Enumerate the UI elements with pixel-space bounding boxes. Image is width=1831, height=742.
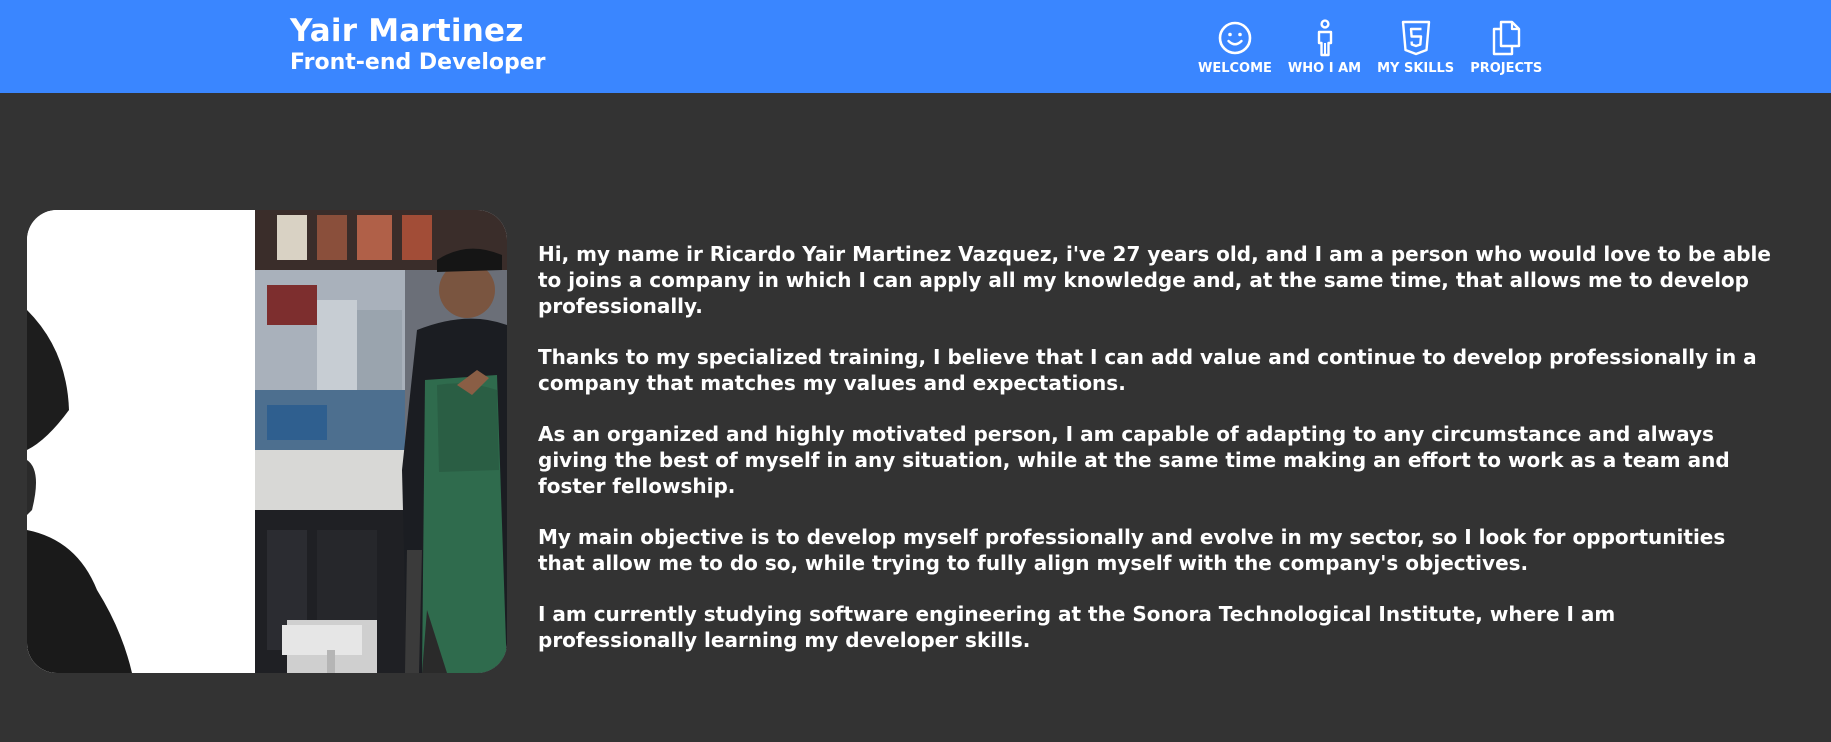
about-paragraph: I am currently studying software enginee… — [538, 602, 1616, 652]
nav-label-who-i-am: WHO I AM — [1287, 61, 1362, 76]
brand: Yair Martinez Front-end Developer — [290, 12, 546, 76]
nav-item-my-skills[interactable]: MY SKILLS — [1369, 18, 1462, 76]
main-nav: WELCOME WHO I AM MY SKILLS PROJECTS — [1190, 18, 1550, 76]
nav-label-my-skills: MY SKILLS — [1377, 61, 1455, 76]
about-paragraph: As an organized and highly motivated per… — [538, 422, 1730, 498]
nav-label-welcome: WELCOME — [1198, 61, 1272, 76]
about-paragraph: Thanks to my specialized training, I bel… — [538, 345, 1757, 395]
files-icon — [1486, 18, 1526, 58]
developer-role: Front-end Developer — [290, 50, 546, 75]
about-paragraph: Hi, my name ir Ricardo Yair Martinez Vaz… — [538, 242, 1771, 318]
site-header: Yair Martinez Front-end Developer WELCOM… — [0, 0, 1831, 93]
profile-photo — [27, 210, 507, 673]
person-icon — [1305, 18, 1345, 58]
about-paragraph: My main objective is to develop myself p… — [538, 525, 1726, 575]
html5-icon — [1396, 18, 1436, 58]
nav-item-welcome[interactable]: WELCOME — [1190, 18, 1280, 76]
nav-label-projects: PROJECTS — [1470, 61, 1543, 76]
about-text: Hi, my name ir Ricardo Yair Martinez Vaz… — [538, 241, 1778, 678]
nav-item-who-i-am[interactable]: WHO I AM — [1280, 18, 1369, 76]
smiley-icon — [1215, 18, 1255, 58]
developer-name: Yair Martinez — [290, 13, 524, 49]
nav-item-projects[interactable]: PROJECTS — [1462, 18, 1550, 76]
about-section: Hi, my name ir Ricardo Yair Martinez Vaz… — [0, 93, 1831, 742]
